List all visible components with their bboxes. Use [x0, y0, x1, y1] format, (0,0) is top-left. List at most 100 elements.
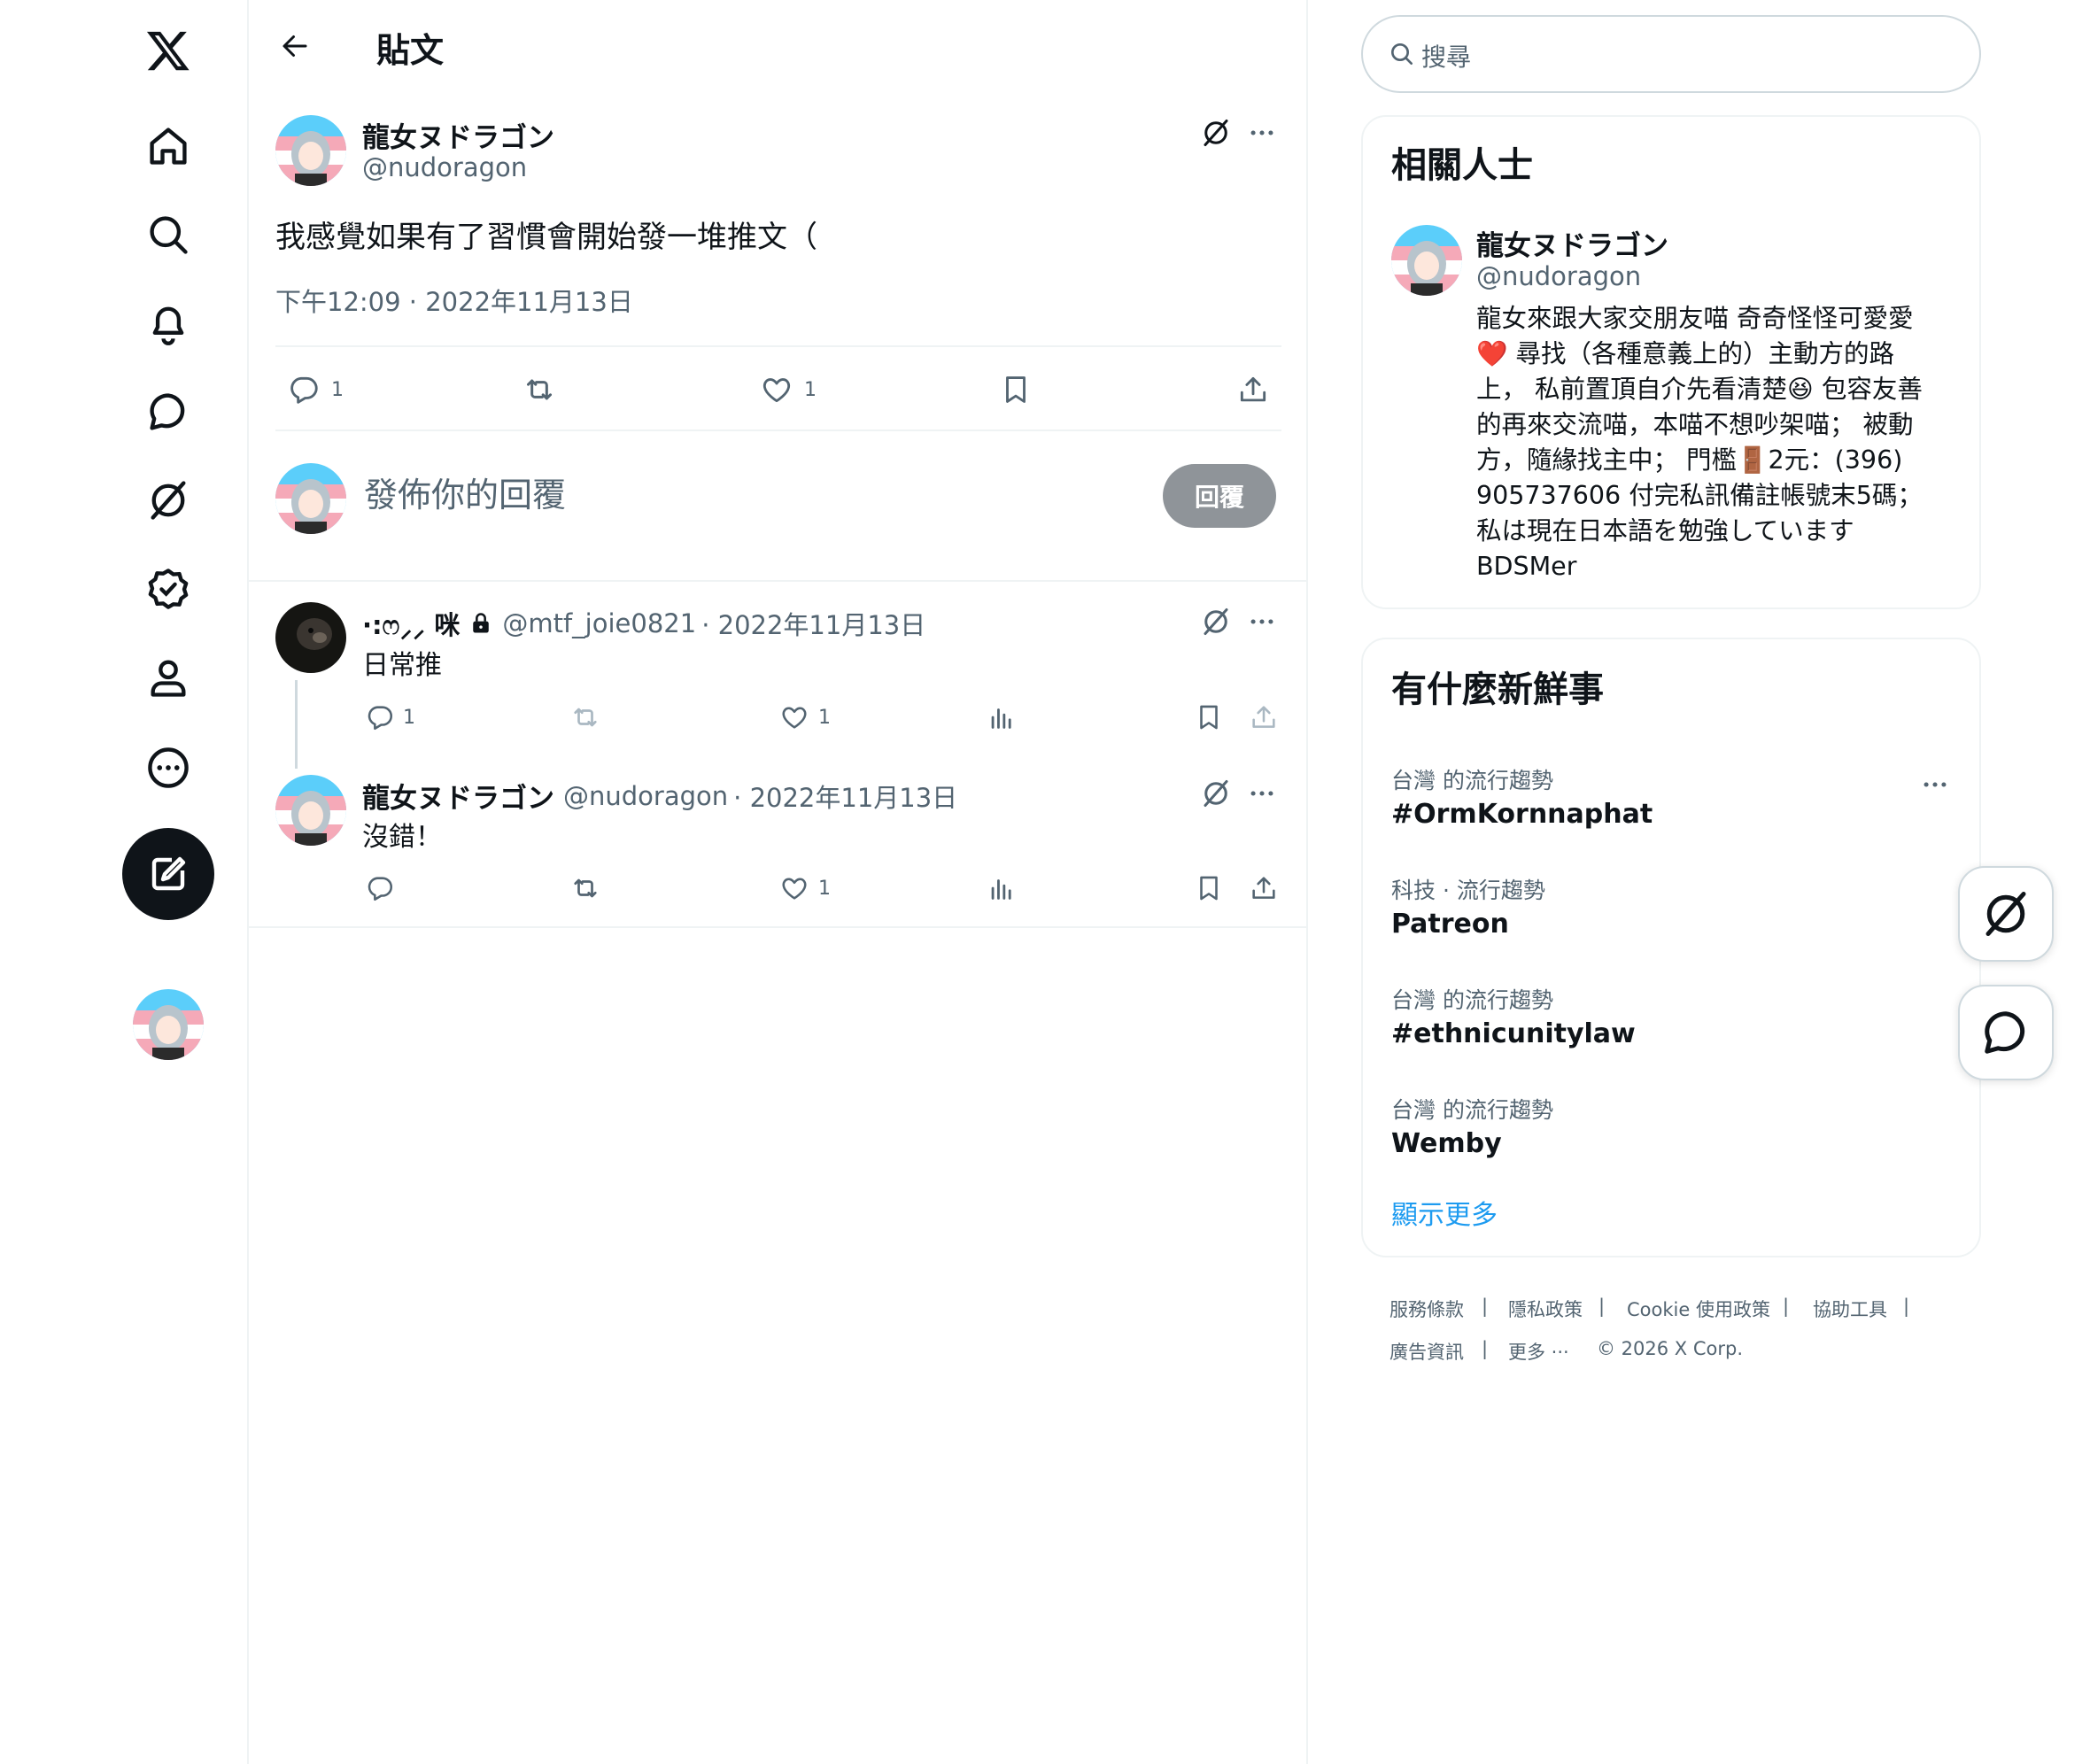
- reply-author-name[interactable]: ·:ෆ⸝⸝ 咪: [362, 605, 460, 642]
- reply-date[interactable]: · 2022年11月13日: [701, 605, 925, 642]
- footer-separator: |: [1903, 1296, 1910, 1317]
- bio-line: BDSMer: [1476, 552, 1577, 581]
- trend-meta: 台灣 的流行趨勢: [1391, 987, 1553, 1013]
- more-options-icon[interactable]: [1244, 776, 1280, 811]
- grok-icon[interactable]: [1198, 776, 1234, 811]
- reply-count: 1: [403, 707, 415, 729]
- more-options-icon[interactable]: [1244, 115, 1280, 151]
- like-icon[interactable]: [777, 870, 812, 906]
- trends-card: 有什麼新鮮事 台灣 的流行趨勢 #OrmKornnaphat 科技 · 流行趨勢…: [1361, 638, 1981, 1257]
- share-icon[interactable]: [1246, 700, 1281, 735]
- views-icon[interactable]: [984, 870, 1019, 906]
- trend-item[interactable]: 台灣 的流行趨勢 #ethnicunitylaw: [1363, 956, 1979, 1063]
- reply-icon[interactable]: [362, 700, 398, 735]
- related-bio: 龍女來跟大家交朋友喵 奇奇怪怪可愛愛 ❤️ 尋找（各種意義上的）主動方的路 上，…: [1476, 301, 1959, 584]
- search-box[interactable]: 搜尋: [1361, 15, 1981, 93]
- search-input[interactable]: 搜尋: [1421, 38, 1471, 74]
- grok-icon[interactable]: [142, 474, 195, 527]
- like-count: 1: [804, 379, 817, 401]
- bio-line: 905737606 付完私訊備註帳號末5碼；: [1476, 481, 1923, 510]
- related-avatar[interactable]: [1391, 225, 1462, 296]
- trends-title: 有什麼新鮮事: [1391, 669, 1604, 710]
- reply-author-avatar[interactable]: [275, 775, 346, 846]
- search-icon[interactable]: [142, 208, 195, 261]
- reply-input[interactable]: 發佈你的回覆: [364, 472, 913, 525]
- bio-line: 方，隨緣找主中； 門檻🚪2元：(396): [1476, 445, 1903, 475]
- related-handle[interactable]: @nudoragon: [1476, 261, 1641, 291]
- post-author-name[interactable]: 龍女ヌドラゴン: [362, 115, 554, 155]
- share-icon[interactable]: [1246, 870, 1281, 906]
- more-circle-icon[interactable]: [142, 741, 195, 794]
- x-logo-icon[interactable]: [142, 24, 195, 77]
- divider: [249, 926, 1306, 928]
- footer-copyright: © 2026 X Corp.: [1597, 1338, 1744, 1359]
- like-icon[interactable]: [777, 700, 812, 735]
- trend-name: Wemby: [1391, 1128, 1502, 1159]
- divider: [275, 345, 1281, 347]
- trend-name: #OrmKornnaphat: [1391, 799, 1653, 830]
- reply-text: 日常推: [362, 650, 442, 681]
- bell-icon[interactable]: [142, 297, 195, 350]
- retweet-icon[interactable]: [568, 700, 603, 735]
- post-timestamp[interactable]: 下午12:09 · 2022年11月13日: [275, 282, 633, 319]
- reply-author-name[interactable]: 龍女ヌドラゴン: [362, 776, 554, 816]
- reply-icon[interactable]: [284, 370, 323, 409]
- reply-button[interactable]: 回覆: [1163, 464, 1276, 528]
- related-title: 相關人士: [1391, 145, 1533, 186]
- profile-icon[interactable]: [142, 651, 195, 704]
- footer-link-ads[interactable]: 廣告資訊: [1389, 1338, 1464, 1365]
- trend-item[interactable]: 台灣 的流行趨勢 #OrmKornnaphat: [1363, 737, 1979, 843]
- compose-post-button[interactable]: [122, 828, 214, 920]
- bio-line: ❤️ 尋找（各種意義上的）主動方的路: [1476, 339, 1895, 368]
- views-icon[interactable]: [984, 700, 1019, 735]
- divider: [275, 429, 1281, 431]
- reply-header: ·:ෆ⸝⸝ 咪 @mtf_joie0821 · 2022年11月13日: [362, 605, 925, 642]
- chat-icon[interactable]: [142, 385, 195, 438]
- messages-float-button[interactable]: [1958, 985, 2054, 1080]
- post-author-handle[interactable]: @nudoragon: [362, 152, 527, 182]
- grok-icon[interactable]: [1198, 115, 1234, 151]
- footer-link-privacy[interactable]: 隱私政策: [1508, 1296, 1583, 1322]
- home-icon[interactable]: [142, 120, 195, 173]
- bookmark-icon[interactable]: [1191, 870, 1227, 906]
- show-more-link[interactable]: 顯示更多: [1391, 1193, 1498, 1232]
- trend-item[interactable]: 科技 · 流行趨勢 Patreon: [1363, 847, 1979, 953]
- retweet-icon[interactable]: [520, 370, 559, 409]
- verified-badge-icon[interactable]: [142, 562, 195, 615]
- trend-meta: 台灣 的流行趨勢: [1391, 1097, 1553, 1123]
- retweet-icon[interactable]: [568, 870, 603, 906]
- more-options-icon[interactable]: [1244, 604, 1280, 639]
- bio-line: 上， 私前置頂自介先看清楚😆 包容友善: [1476, 375, 1923, 404]
- footer-separator: |: [1482, 1296, 1489, 1317]
- divider: [249, 580, 1306, 582]
- footer-link-accessibility[interactable]: 協助工具: [1813, 1296, 1887, 1322]
- post-author-avatar[interactable]: [275, 115, 346, 186]
- more-options-icon[interactable]: [1917, 767, 1953, 802]
- thread-line: [295, 680, 298, 769]
- reply-header: 龍女ヌドラゴン @nudoragon · 2022年11月13日: [362, 776, 957, 816]
- share-icon[interactable]: [1234, 370, 1273, 409]
- footer-link-terms[interactable]: 服務條款: [1389, 1296, 1464, 1322]
- grok-float-button[interactable]: [1958, 866, 2054, 962]
- grok-icon[interactable]: [1198, 604, 1234, 639]
- right-sidebar: 搜尋 相關人士 龍女ヌドラゴン @nudoragon 龍女來跟大家交朋友喵 奇奇…: [1361, 0, 1981, 1764]
- footer-link-cookies[interactable]: Cookie 使用政策: [1627, 1296, 1770, 1322]
- like-count: 1: [818, 878, 831, 900]
- compose-icon: [151, 856, 186, 891]
- related-people-card: 相關人士 龍女ヌドラゴン @nudoragon 龍女來跟大家交朋友喵 奇奇怪怪可…: [1361, 115, 1981, 609]
- grok-icon: [1986, 892, 2026, 936]
- back-arrow-icon[interactable]: [275, 27, 314, 66]
- bookmark-icon[interactable]: [996, 370, 1035, 409]
- reply-author-avatar[interactable]: [275, 602, 346, 673]
- trend-item[interactable]: 台灣 的流行趨勢 Wemby: [1363, 1066, 1979, 1172]
- account-avatar[interactable]: [133, 989, 204, 1060]
- trend-meta: 台灣 的流行趨勢: [1391, 768, 1553, 793]
- like-icon[interactable]: [757, 370, 796, 409]
- related-name[interactable]: 龍女ヌドラゴン: [1476, 223, 1668, 263]
- reply-author-handle[interactable]: @mtf_joie0821: [502, 608, 696, 638]
- reply-date[interactable]: · 2022年11月13日: [733, 778, 957, 815]
- reply-author-handle[interactable]: @nudoragon: [563, 781, 728, 811]
- reply-icon[interactable]: [362, 870, 398, 906]
- bookmark-icon[interactable]: [1191, 700, 1227, 735]
- footer-link-more[interactable]: 更多 ···: [1508, 1338, 1569, 1365]
